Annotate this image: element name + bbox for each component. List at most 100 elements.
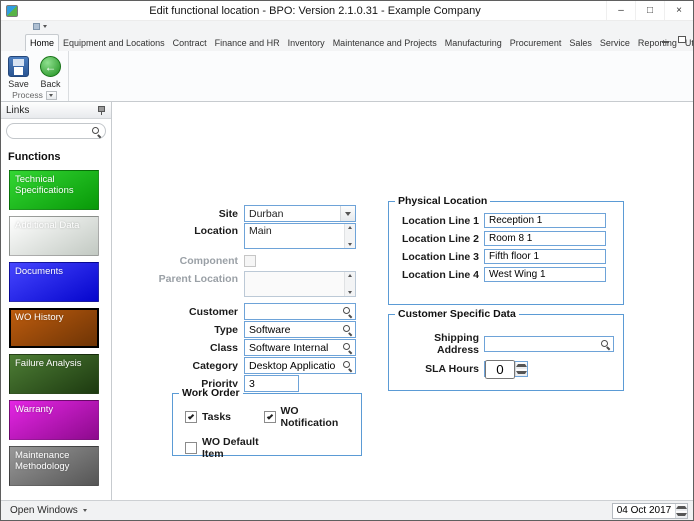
- spin-up-icon[interactable]: [516, 362, 527, 369]
- mdi-restore-icon[interactable]: [678, 36, 686, 43]
- sla-hours-value[interactable]: [485, 359, 515, 379]
- search-icon: [601, 339, 610, 349]
- mdi-minimize-icon[interactable]: [662, 41, 669, 43]
- chevron-down-icon: [82, 509, 87, 512]
- customer-value[interactable]: [245, 305, 340, 318]
- type-lookup-button[interactable]: [340, 322, 355, 337]
- autohide-pin-icon[interactable]: [97, 105, 106, 115]
- sidebar-item-label: Technical Specifications: [15, 174, 74, 197]
- tab-contract[interactable]: Contract: [169, 35, 211, 51]
- sla-hours-stepper[interactable]: [484, 359, 528, 379]
- back-icon: ←: [40, 56, 61, 77]
- back-button[interactable]: ← Back: [37, 54, 64, 91]
- location-value: Main: [249, 225, 272, 237]
- tab-manufacturing[interactable]: Manufacturing: [441, 35, 506, 51]
- category-value[interactable]: [245, 359, 340, 372]
- tasks-checkbox[interactable]: Tasks: [185, 411, 264, 423]
- search-icon: [343, 325, 352, 334]
- tab-home[interactable]: Home: [25, 34, 60, 51]
- wo-notification-checkbox[interactable]: WO Notification: [263, 405, 353, 429]
- location-textarea[interactable]: Main: [244, 223, 356, 249]
- date-spin-up-icon[interactable]: [676, 503, 687, 511]
- shipping-address-row: Shipping Address: [397, 332, 615, 356]
- category-lookup-button[interactable]: [340, 358, 355, 373]
- chevron-down-icon[interactable]: [340, 206, 355, 221]
- sidebar-item-warranty[interactable]: Warranty: [9, 400, 99, 440]
- save-button[interactable]: Save: [5, 54, 32, 91]
- tab-service[interactable]: Service: [596, 35, 634, 51]
- type-label: Type: [214, 323, 238, 336]
- location-line-3-input[interactable]: [484, 249, 606, 264]
- wo-default-item-checkbox[interactable]: WO Default Item: [185, 436, 269, 460]
- scroll-down-icon: [348, 291, 352, 294]
- class-input[interactable]: [244, 339, 356, 356]
- location-line-2-row: Location Line 2: [397, 231, 615, 246]
- scroll-up-icon[interactable]: [348, 226, 352, 229]
- spin-down-icon[interactable]: [516, 369, 527, 376]
- functions-heading: Functions: [8, 151, 61, 163]
- tab-maintenance-and-projects[interactable]: Maintenance and Projects: [329, 35, 441, 51]
- type-value[interactable]: [245, 323, 340, 336]
- tab-equipment-and-locations[interactable]: Equipment and Locations: [59, 35, 169, 51]
- sidebar-item-additional-data[interactable]: Additional Data: [9, 216, 99, 256]
- open-windows-button[interactable]: Open Windows: [6, 505, 91, 516]
- process-group-dropdown[interactable]: [45, 90, 57, 100]
- title-bar: Edit functional location - BPO: Version …: [1, 1, 693, 21]
- quick-save-icon[interactable]: [33, 23, 40, 30]
- ribbon-body: Save ← Back Process: [1, 51, 693, 102]
- back-button-label: Back: [40, 79, 61, 89]
- component-checkbox: [244, 255, 256, 267]
- tab-finance-and-hr[interactable]: Finance and HR: [211, 35, 284, 51]
- work-order-group-title: Work Order: [179, 387, 243, 399]
- tab-sales[interactable]: Sales: [565, 35, 596, 51]
- priority-value[interactable]: [245, 377, 298, 390]
- sidebar-item-maintenance-methodology[interactable]: Maintenance Methodology: [9, 446, 99, 486]
- parent-location-label: Parent Location: [158, 273, 238, 285]
- sidebar-item-failure-analysis[interactable]: Failure Analysis: [9, 354, 99, 394]
- shipping-address-input[interactable]: [484, 336, 614, 352]
- customer-specific-data-group-title: Customer Specific Data: [395, 308, 519, 320]
- class-lookup-button[interactable]: [340, 340, 355, 355]
- customer-lookup-button[interactable]: [340, 304, 355, 319]
- site-select[interactable]: Durban: [244, 205, 356, 222]
- sidebar-item-wo-history[interactable]: WO History: [9, 308, 99, 348]
- sidebar-item-technical-specifications[interactable]: Technical Specifications: [9, 170, 99, 210]
- date-value[interactable]: [613, 505, 675, 516]
- location-line-3-value[interactable]: [485, 251, 605, 262]
- scroll-up-icon: [348, 274, 352, 277]
- category-row: Category: [148, 357, 356, 374]
- maximize-button[interactable]: □: [635, 1, 664, 20]
- class-value[interactable]: [245, 341, 340, 354]
- type-input[interactable]: [244, 321, 356, 338]
- close-button[interactable]: ×: [664, 1, 693, 20]
- sidebar-item-label: Documents: [15, 266, 64, 277]
- mdi-window-controls: [662, 36, 686, 43]
- location-label: Location: [194, 225, 238, 237]
- scroll-down-icon[interactable]: [348, 243, 352, 246]
- customer-input[interactable]: [244, 303, 356, 320]
- tab-inventory[interactable]: Inventory: [284, 35, 329, 51]
- location-line-4-value[interactable]: [485, 269, 605, 280]
- minimize-button[interactable]: –: [606, 1, 635, 20]
- priority-input[interactable]: [244, 375, 299, 392]
- shipping-address-value[interactable]: [485, 338, 598, 350]
- location-line-1-input[interactable]: [484, 213, 606, 228]
- location-line-1-value[interactable]: [485, 215, 605, 226]
- date-spin-down-icon[interactable]: [676, 510, 687, 518]
- date-field[interactable]: [612, 502, 688, 519]
- location-scrollbar[interactable]: [344, 224, 355, 248]
- category-input[interactable]: [244, 357, 356, 374]
- parent-location-row: Parent Location: [148, 271, 356, 297]
- search-icon: [343, 343, 352, 352]
- location-line-4-input[interactable]: [484, 267, 606, 282]
- sidebar-item-documents[interactable]: Documents: [9, 262, 99, 302]
- location-line-4-label: Location Line 4: [401, 268, 479, 281]
- location-line-2-input[interactable]: [484, 231, 606, 246]
- shipping-address-lookup-button[interactable]: [598, 337, 613, 351]
- save-icon: [8, 56, 29, 77]
- location-line-2-value[interactable]: [485, 233, 605, 244]
- qat-dropdown-icon[interactable]: [43, 25, 47, 28]
- sla-hours-label: SLA Hours: [425, 363, 479, 375]
- search-input[interactable]: [6, 123, 106, 139]
- tab-procurement[interactable]: Procurement: [506, 35, 566, 51]
